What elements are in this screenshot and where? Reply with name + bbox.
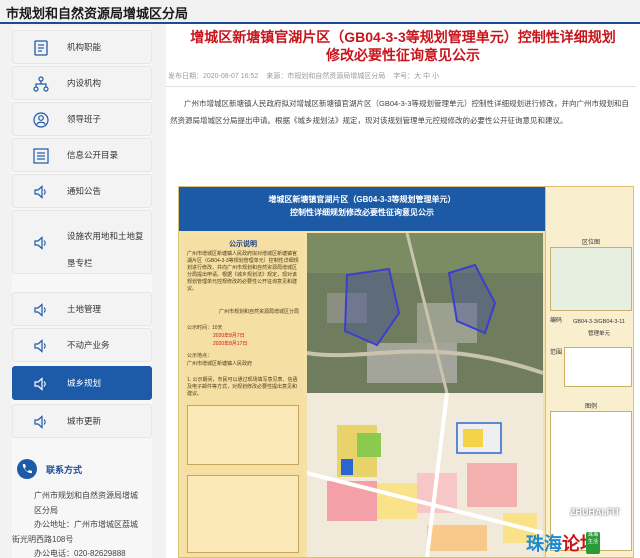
sidebar-item-notices[interactable]: 通知公告: [12, 174, 152, 208]
legend-label: 图例: [584, 404, 597, 410]
sidebar-item-land-management[interactable]: 土地管理: [12, 292, 152, 326]
contact-org: 广州市规划和自然资源局增城: [34, 491, 138, 500]
speaker-icon: [34, 185, 46, 199]
sidebar-item-label: 信息公开目录: [67, 150, 119, 160]
notice-sidebar: 区位图 编码 GB04-3-3/GB04-3-11 管理单元 范围 图例: [545, 187, 633, 557]
publish-date: 发布日期：2020-08-07 16:52: [168, 73, 259, 80]
watermark-logo-a: 珠海: [526, 534, 562, 555]
contact-panel: 联系方式 广州市规划和自然资源局增城 区分局 办公地址：广州市增城区荔城 街光明…: [12, 452, 152, 558]
sidebar-item-label: 内设机构: [67, 78, 102, 88]
notice-description-text: 广州市增城区新塘镇人民政府拟对增城区新塘镇官湖片区（GB04-3-3等规划管理单…: [187, 251, 299, 292]
watermark-logo: 珠海论坛 珠海生活: [488, 528, 638, 558]
notice-start-date: 2020年8月7日: [213, 333, 245, 339]
user-icon: [33, 112, 49, 128]
notice-place-label: 公示地点：: [187, 353, 213, 359]
speaker-icon: [34, 377, 46, 391]
watermark-site: ZHUHAI.FIT: [570, 507, 620, 517]
article-title-line1: 增城区新塘镇官湖片区（GB04-3-3等规划管理单元）控制性详细规划: [190, 29, 616, 45]
sidebar-item-functions[interactable]: 机构职能: [12, 30, 152, 64]
contact-phone: 办公电话：020-82629888: [34, 549, 126, 558]
top-bar: 市规划和自然资源局增城区分局: [0, 0, 640, 24]
font-size-switch[interactable]: 字号：大 中 小: [393, 73, 439, 80]
sidebar: 机构职能 内设机构 领导班子 信息公开目录 通知公告 设施农用地和土地复垦专栏 …: [12, 26, 152, 558]
speaker-icon: [34, 415, 46, 429]
meta-divider: [166, 86, 636, 87]
notice-note-box: [187, 405, 299, 465]
sidebar-item-label: 土地管理: [67, 304, 102, 314]
sidebar-item-urban-renewal[interactable]: 城市更新: [12, 404, 152, 438]
unit-code: GB04-3-3/GB04-3-11: [573, 319, 625, 325]
article-source: 来源：市规划和自然资源局增城区分局: [266, 73, 386, 80]
speaker-icon: [34, 236, 46, 250]
sidebar-item-urban-planning[interactable]: 城乡规划: [12, 366, 152, 400]
scope-label: 范围: [550, 350, 563, 356]
speaker-icon: [34, 303, 46, 317]
sidebar-item-farmland[interactable]: 设施农用地和土地复垦专栏: [12, 210, 152, 274]
planning-map: [307, 233, 543, 557]
notice-contact-box: [187, 475, 299, 553]
speaker-icon: [34, 339, 46, 353]
notice-period: 公示时间：10天: [187, 325, 223, 331]
notice-board-image: 增城区新塘镇官湖片区（GB04-3-3等规划管理单元） 控制性详细规划修改必要性…: [178, 186, 634, 558]
notice-end-date: 2020年8月17日: [213, 341, 248, 347]
document-icon: [34, 40, 48, 56]
article-body: 广州市增城区新塘镇人民政府拟对增城区新塘镇官湖片区（GB04-3-3等规划管理单…: [170, 99, 630, 125]
contact-title: 联系方式: [46, 465, 83, 475]
notice-header-line1: 增城区新塘镇官湖片区（GB04-3-3等规划管理单元）: [268, 195, 456, 204]
article-meta: 发布日期：2020-08-07 16:52 来源：市规划和自然资源局增城区分局 …: [168, 71, 445, 81]
contact-address-2: 街光明西路108号: [12, 535, 74, 544]
article-title: 增城区新塘镇官湖片区（GB04-3-3等规划管理单元）控制性详细规划 修改必要性…: [166, 28, 640, 64]
contact-address: 办公地址：广州市增城区荔城: [34, 520, 138, 529]
notice-header: 增城区新塘镇官湖片区（GB04-3-3等规划管理单元） 控制性详细规划修改必要性…: [179, 187, 545, 231]
notice-description-panel: 公示说明 广州市增城区新塘镇人民政府拟对增城区新塘镇官湖片区（GB04-3-3等…: [183, 235, 303, 557]
list-icon: [33, 148, 49, 164]
notice-description-title: 公示说明: [229, 241, 257, 248]
scope-box: [564, 347, 632, 387]
sidebar-item-info-catalog[interactable]: 信息公开目录: [12, 138, 152, 172]
contact-org-2: 区分局: [34, 506, 58, 515]
location-map: [550, 247, 632, 311]
org-chart-icon: [33, 76, 49, 92]
sidebar-item-label: 机构职能: [67, 42, 102, 52]
notice-header-line2: 控制性详细规划修改必要性征询意见公示: [290, 208, 434, 217]
watermark-logo-tag: 珠海生活: [586, 532, 600, 554]
notice-org: 广州市规划和自然资源局增城区分局: [218, 309, 299, 315]
code-label: 编码: [550, 318, 563, 324]
sidebar-item-leadership[interactable]: 领导班子: [12, 102, 152, 136]
phone-icon: [17, 459, 37, 479]
notice-instructions: 1. 公示期间，市民可以通过现场填写意见表、信函及电子邮件等方式，对规划修改必要…: [187, 377, 298, 397]
article-main: 增城区新塘镇官湖片区（GB04-3-3等规划管理单元）控制性详细规划 修改必要性…: [166, 24, 640, 558]
sidebar-item-departments[interactable]: 内设机构: [12, 66, 152, 100]
sidebar-item-real-estate[interactable]: 不动产业务: [12, 328, 152, 362]
site-title: 市规划和自然资源局增城区分局: [6, 6, 189, 21]
unit-code-sub: 管理单元: [587, 331, 610, 337]
location-map-label: 区位图: [581, 240, 600, 246]
sidebar-item-label: 领导班子: [67, 114, 102, 124]
sidebar-item-label: 不动产业务: [67, 340, 110, 350]
notice-place: 广州市增城区新塘镇人民政府: [187, 361, 253, 367]
sidebar-item-label: 通知公告: [67, 186, 102, 196]
article-title-line2: 修改必要性征询意见公示: [326, 47, 480, 63]
sidebar-item-label: 城乡规划: [67, 378, 102, 388]
sidebar-item-label: 城市更新: [67, 416, 102, 426]
sidebar-item-label: 设施农用地和土地复垦专栏: [67, 231, 144, 268]
